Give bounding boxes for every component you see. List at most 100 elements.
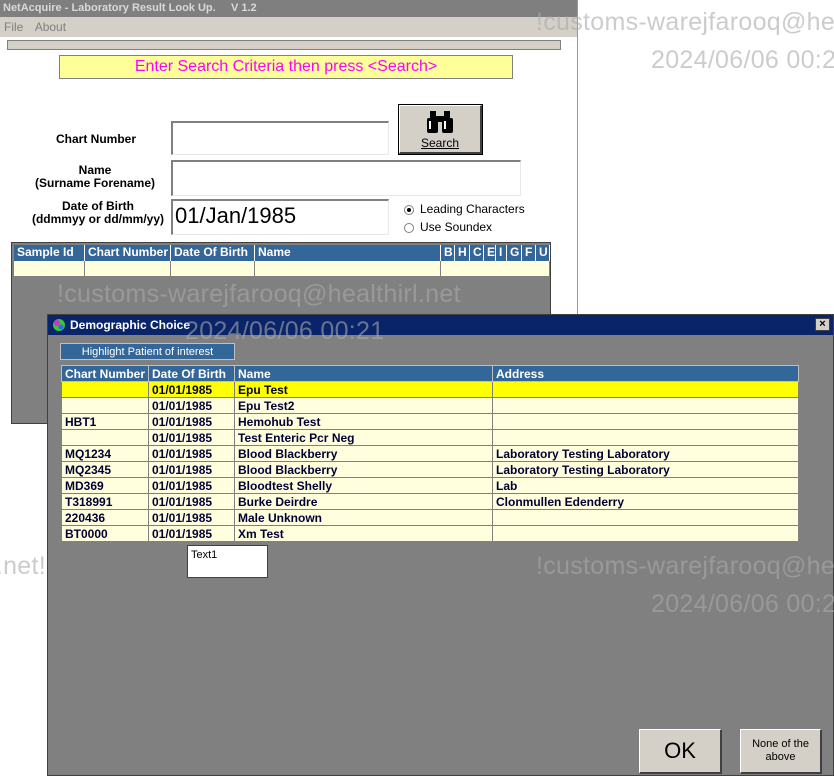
grid-col-h[interactable]: H [455, 245, 470, 261]
progress-bar [7, 40, 561, 50]
radio-use-soundex[interactable]: Use Soundex [404, 220, 492, 234]
table-row[interactable]: BT0000 01/01/1985 Xm Test [61, 525, 799, 542]
grid-col-dob[interactable]: Date Of Birth [171, 245, 255, 261]
dob-input[interactable]: 01/Jan/1985 [171, 199, 389, 235]
col-address[interactable]: Address [492, 365, 799, 382]
radio-unchecked-icon [404, 223, 414, 233]
cell-address: Laboratory Testing Laboratory [492, 445, 799, 462]
cell-dob: 01/01/1985 [148, 477, 235, 494]
table-row[interactable]: 01/01/1985 Test Enteric Pcr Neg [61, 429, 799, 446]
ok-button[interactable]: OK [639, 729, 722, 774]
cell-chart: 220436 [61, 509, 149, 526]
dialog-title-bar[interactable]: Demographic Choice × [48, 315, 833, 335]
menu-bar: File About [0, 17, 577, 37]
cell-address [492, 509, 799, 526]
cell-chart: MD369 [61, 477, 149, 494]
col-date-of-birth[interactable]: Date Of Birth [148, 365, 235, 382]
cell-dob: 01/01/1985 [148, 397, 235, 414]
table-row[interactable]: MD369 01/01/1985 Bloodtest Shelly Lab [61, 477, 799, 494]
name-label-line2: (Surname Forename) [34, 176, 156, 190]
col-name[interactable]: Name [234, 365, 493, 382]
cell-address [492, 429, 799, 446]
cell-dob: 01/01/1985 [148, 381, 235, 398]
grid-cell [85, 261, 171, 276]
cell-dob: 01/01/1985 [148, 461, 235, 478]
cell-dob: 01/01/1985 [148, 525, 235, 542]
search-button[interactable]: Search [398, 104, 483, 155]
grid-col-sample-id[interactable]: Sample Id [14, 245, 85, 261]
cell-address: Laboratory Testing Laboratory [492, 461, 799, 478]
cell-name: Hemohub Test [234, 413, 493, 430]
results-grid-empty-row[interactable] [14, 261, 550, 276]
cell-name: Male Unknown [234, 509, 493, 526]
radio-soundex-label: Use Soundex [420, 220, 493, 234]
cell-dob: 01/01/1985 [148, 509, 235, 526]
grid-col-c[interactable]: C [470, 245, 484, 261]
grid-col-g[interactable]: G [507, 245, 522, 261]
cell-address: Clonmullen Edenderry [492, 493, 799, 510]
cell-chart: MQ1234 [61, 445, 149, 462]
none-label-line1: None of the [752, 738, 809, 750]
main-window-title: NetAcquire - Laboratory Result Look Up. … [0, 0, 577, 17]
search-button-label: Search [420, 136, 460, 150]
cell-name: Epu Test [234, 381, 493, 398]
app-icon [53, 319, 65, 331]
table-row[interactable]: T318991 01/01/1985 Burke Deirdre Clonmullen… [61, 493, 799, 510]
search-prompt: Enter Search Criteria then press <Search… [59, 55, 513, 79]
table-header-row: Chart Number Date Of Birth Name Address [61, 365, 799, 382]
cell-name: Xm Test [234, 525, 493, 542]
binoculars-icon [427, 111, 453, 133]
grid-col-b[interactable]: B [441, 245, 455, 261]
name-input[interactable] [171, 160, 521, 196]
watermark-date: 2024/06/06 00:21 [651, 46, 834, 74]
watermark-user: !customs-warejfarooq@healthirl.net [536, 8, 834, 36]
grid-col-chart-number[interactable]: Chart Number [85, 245, 171, 261]
radio-leading-characters[interactable]: Leading Characters [404, 202, 525, 216]
cell-address: Lab [492, 477, 799, 494]
none-of-the-above-button[interactable]: None of the above [740, 729, 822, 774]
table-row[interactable]: 220436 01/01/1985 Male Unknown [61, 509, 799, 526]
cell-address [492, 381, 799, 398]
cell-dob: 01/01/1985 [148, 493, 235, 510]
menu-about[interactable]: About [31, 20, 70, 34]
results-grid-header: Sample Id Chart Number Date Of Birth Nam… [14, 245, 550, 261]
grid-cell [441, 261, 550, 276]
grid-col-f[interactable]: F [522, 245, 536, 261]
cell-chart: MQ2345 [61, 461, 149, 478]
grid-col-i[interactable]: I [496, 245, 507, 261]
cell-chart [61, 397, 149, 414]
cell-dob: 01/01/1985 [148, 429, 235, 446]
cell-name: Blood Blackberry [234, 461, 493, 478]
table-row[interactable]: 01/01/1985 Epu Test [61, 381, 799, 398]
cell-address [492, 397, 799, 414]
cell-chart: BT0000 [61, 525, 149, 542]
grid-col-e[interactable]: E [484, 245, 496, 261]
close-button[interactable]: × [815, 318, 830, 331]
col-chart-number[interactable]: Chart Number [61, 365, 149, 382]
grid-col-u[interactable]: U [536, 245, 550, 261]
cell-chart: HBT1 [61, 413, 149, 430]
cell-dob: 01/01/1985 [148, 413, 235, 430]
radio-checked-icon [404, 205, 414, 215]
cell-name: Test Enteric Pcr Neg [234, 429, 493, 446]
table-row[interactable]: MQ2345 01/01/1985 Blood Blackberry Laborato… [61, 461, 799, 478]
table-row[interactable]: MQ1234 01/01/1985 Blood Blackberry Laborato… [61, 445, 799, 462]
table-row[interactable]: HBT1 01/01/1985 Hemohub Test [61, 413, 799, 430]
dob-label: Date of Birth (ddmmyy or dd/mm/yy) [28, 200, 168, 226]
cell-name: Epu Test2 [234, 397, 493, 414]
none-label-line2: above [765, 751, 796, 763]
grid-cell [171, 261, 255, 276]
text1-box[interactable]: Text1 [187, 545, 268, 578]
table-row[interactable]: 01/01/1985 Epu Test2 [61, 397, 799, 414]
grid-col-name[interactable]: Name [255, 245, 441, 261]
cell-chart: T318991 [61, 493, 149, 510]
cell-chart [61, 429, 149, 446]
demographic-choice-dialog: Demographic Choice × Highlight Patient o… [47, 314, 834, 776]
chart-number-input[interactable] [171, 121, 389, 155]
dob-label-line2: (ddmmyy or dd/mm/yy) [31, 212, 165, 226]
cell-name: Burke Deirdre [234, 493, 493, 510]
demographic-table[interactable]: Chart Number Date Of Birth Name Address … [61, 365, 799, 542]
cell-dob: 01/01/1985 [148, 445, 235, 462]
cell-address [492, 413, 799, 430]
menu-file[interactable]: File [0, 20, 27, 34]
